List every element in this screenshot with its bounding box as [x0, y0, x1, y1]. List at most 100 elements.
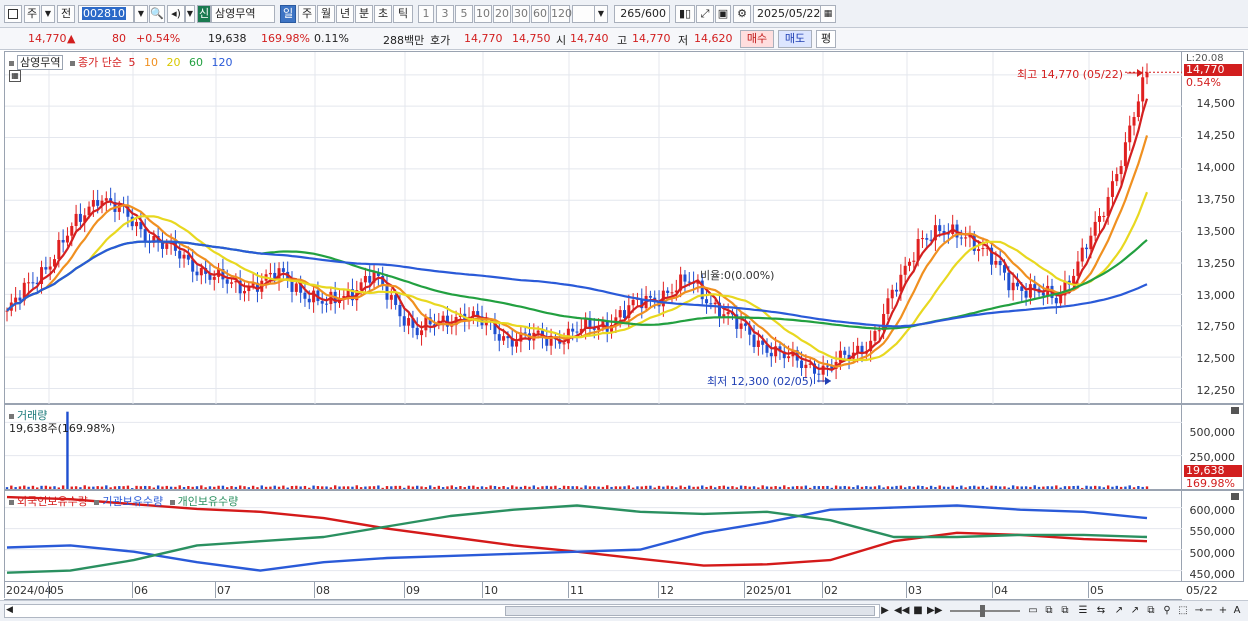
fast-forward-icon[interactable]: ▶▶: [927, 604, 942, 618]
period-week-tab[interactable]: 주: [298, 5, 316, 23]
volume-bar: [96, 486, 99, 489]
holdings-panel-close-icon[interactable]: [1231, 493, 1239, 500]
candle-body: [281, 268, 285, 272]
candle-body: [31, 282, 35, 284]
zoom-out-icon[interactable]: −: [1202, 604, 1216, 618]
stop-icon[interactable]: ■: [911, 604, 925, 618]
search-icon[interactable]: 🔍: [149, 5, 165, 23]
volume-bar: [683, 486, 687, 489]
volume-note: 19,638주(169.98%): [9, 422, 116, 435]
window-icon[interactable]: ⧉: [1058, 604, 1072, 618]
count-field[interactable]: 265/600: [614, 5, 670, 23]
market-selector[interactable]: 주: [24, 5, 40, 23]
volume-bar: [731, 486, 734, 489]
horizontal-scrollbar[interactable]: ◀: [4, 604, 880, 618]
zoom-in-icon[interactable]: +: [1216, 604, 1230, 618]
x-tick: [906, 582, 907, 598]
candle-body: [994, 260, 998, 265]
copy-icon[interactable]: ⧉: [1144, 604, 1158, 618]
auto-scale-icon[interactable]: A: [1230, 604, 1244, 618]
volume-bar: [87, 486, 91, 489]
period-second-tab[interactable]: 초: [374, 5, 392, 23]
zoom-slider[interactable]: [950, 605, 1020, 617]
volume-bar: [808, 487, 812, 489]
interval-5[interactable]: 5: [455, 5, 473, 23]
interval-3[interactable]: 3: [436, 5, 454, 23]
volume-panel[interactable]: 거래량 19,638주(169.98%): [4, 404, 1183, 491]
trend-icon[interactable]: ↗: [1112, 604, 1126, 618]
list-icon[interactable]: ☰: [1076, 604, 1090, 618]
select-icon[interactable]: ⬚: [1176, 604, 1190, 618]
volume-chart[interactable]: [5, 405, 1183, 491]
eval-button[interactable]: 평: [816, 30, 836, 48]
volume-bar: [614, 486, 618, 489]
scroll-thumb[interactable]: [505, 606, 875, 616]
save-icon[interactable]: ▣: [715, 5, 731, 23]
rewind-icon[interactable]: ◀◀: [894, 604, 909, 618]
settings-icon[interactable]: ⚙: [733, 5, 751, 23]
volume-bar: [934, 486, 937, 489]
period-minute-tab[interactable]: 분: [355, 5, 373, 23]
legend-ma10: 10: [143, 56, 158, 69]
holdings-panel[interactable]: 외국인보유수량 기관보유수량 개인보유수량: [4, 490, 1183, 582]
draw-icon[interactable]: ↗: [1128, 604, 1142, 618]
expand-chart-icon[interactable]: ⤢: [696, 5, 714, 23]
volume-bar: [398, 485, 402, 489]
period-day-tab[interactable]: 일: [280, 5, 296, 23]
price-chart[interactable]: [5, 52, 1183, 405]
x-label: 10: [484, 584, 498, 597]
interval-120[interactable]: 120: [550, 5, 572, 23]
calendar-icon[interactable]: ▦: [820, 5, 836, 23]
interval-60[interactable]: 60: [531, 5, 549, 23]
period-year-tab[interactable]: 년: [336, 5, 354, 23]
volume-bar: [1085, 485, 1088, 489]
split-icon[interactable]: ⧉: [1042, 604, 1056, 618]
volume-bar: [191, 486, 194, 489]
volume-bar: [981, 485, 985, 489]
volume-bar: [886, 486, 890, 489]
date-input[interactable]: 2025/05/22: [753, 5, 823, 23]
window-menu-icon[interactable]: [4, 5, 22, 23]
candle-body: [389, 295, 393, 300]
volume-bar: [1046, 486, 1049, 489]
stock-code-input[interactable]: 002810: [78, 5, 134, 23]
period-tick-tab[interactable]: 틱: [393, 5, 413, 23]
volume-tag-pct: 169.98%: [1186, 477, 1235, 490]
zoom-slider-handle[interactable]: [980, 605, 985, 617]
price-panel[interactable]: 삼영무역 종가 단순 5 10 20 60 120 ▦ 최고 14,770 (0…: [4, 51, 1183, 405]
stock-chip[interactable]: 삼영무역: [17, 55, 64, 70]
interval-dropdown-icon[interactable]: ▼: [594, 5, 608, 23]
interval-30[interactable]: 30: [512, 5, 530, 23]
period-month-tab[interactable]: 월: [317, 5, 335, 23]
speaker-icon[interactable]: ◂): [167, 5, 185, 23]
scroll-right-icon[interactable]: ▶: [878, 604, 892, 618]
code-dropdown-icon[interactable]: ▼: [134, 5, 148, 23]
volume-bar: [955, 486, 959, 489]
volume-bar: [342, 486, 346, 489]
interval-20[interactable]: 20: [493, 5, 511, 23]
candle-body: [212, 276, 216, 280]
candle-type-icon[interactable]: ▮▯: [675, 5, 695, 23]
candle-body: [817, 373, 821, 375]
layout-icon[interactable]: ▭: [1026, 604, 1040, 618]
buy-button[interactable]: 매수: [740, 30, 774, 48]
scroll-left-icon[interactable]: ◀: [6, 605, 13, 615]
speaker-dropdown-icon[interactable]: ▼: [185, 5, 195, 23]
volume-bar: [588, 486, 592, 489]
market-dropdown-icon[interactable]: ▼: [41, 5, 55, 23]
interval-10[interactable]: 10: [474, 5, 492, 23]
compare-icon[interactable]: ⇆: [1094, 604, 1108, 618]
volume-bar: [148, 486, 151, 489]
search-small-icon[interactable]: ⚲: [1160, 604, 1174, 618]
prev-button[interactable]: 전: [57, 5, 75, 23]
sell-button[interactable]: 매도: [778, 30, 812, 48]
volume-bar: [44, 485, 48, 489]
volume-bar: [942, 486, 946, 489]
stock-name-field[interactable]: 삼영무역: [211, 5, 275, 23]
volume-bar: [27, 486, 30, 489]
grid-toggle-icon[interactable]: ▦: [9, 70, 21, 82]
volume-panel-close-icon[interactable]: [1231, 407, 1239, 414]
volume-bar: [1137, 485, 1140, 489]
volume-bar: [722, 485, 726, 489]
interval-1[interactable]: 1: [418, 5, 434, 23]
